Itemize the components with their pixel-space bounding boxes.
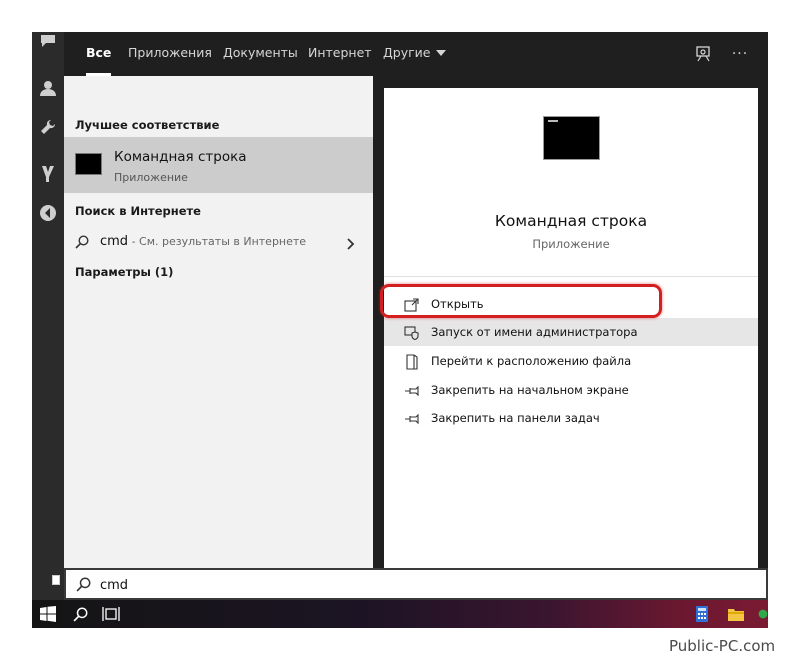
tab-all[interactable]: Все bbox=[86, 32, 112, 76]
action-pin-taskbar[interactable]: Закрепить на панели задач bbox=[384, 404, 758, 432]
action-label: Открыть bbox=[431, 297, 484, 311]
web-result-item[interactable]: cmd - См. результаты в Интернете bbox=[64, 228, 373, 256]
open-icon bbox=[404, 297, 420, 312]
search-icon bbox=[76, 577, 91, 596]
back-circle-icon[interactable] bbox=[39, 204, 57, 222]
task-view-icon[interactable] bbox=[102, 605, 120, 623]
tab-documents[interactable]: Документы bbox=[223, 32, 298, 76]
action-label: Закрепить на панели задач bbox=[431, 411, 600, 425]
cmd-app-icon-large bbox=[543, 116, 600, 160]
detail-title: Командная строка bbox=[494, 212, 648, 230]
tab-label: Приложения bbox=[128, 45, 212, 60]
site-watermark: Public-PC.com bbox=[669, 637, 776, 655]
browser-icon[interactable] bbox=[758, 605, 768, 623]
wrench-icon[interactable] bbox=[39, 118, 57, 136]
divider bbox=[384, 276, 758, 277]
tab-label: Все bbox=[86, 45, 112, 60]
action-label: Закрепить на начальном экране bbox=[431, 383, 629, 397]
tab-label: Документы bbox=[223, 45, 298, 60]
file-explorer-icon[interactable] bbox=[727, 605, 745, 623]
notification-icon bbox=[52, 575, 60, 585]
action-open-file-location[interactable]: Перейти к расположению файла bbox=[384, 347, 758, 375]
results-pane: Лучшее соответствие Командная строка При… bbox=[64, 76, 373, 568]
search-input[interactable] bbox=[100, 575, 700, 595]
web-result-text: cmd - См. результаты в Интернете bbox=[100, 234, 306, 249]
taskbar bbox=[32, 600, 768, 628]
more-options-label: ··· bbox=[731, 46, 749, 62]
file-location-icon bbox=[404, 354, 420, 370]
action-open[interactable]: Открыть bbox=[384, 290, 758, 318]
tab-label: Интернет bbox=[308, 45, 372, 60]
windows-search-screenshot: Все Приложения Документы Интернет Другие… bbox=[32, 32, 768, 628]
settings-heading[interactable]: Параметры (1) bbox=[75, 265, 173, 279]
web-result-hint: - См. результаты в Интернете bbox=[128, 235, 307, 248]
tab-other[interactable]: Другие bbox=[383, 32, 447, 76]
tab-apps[interactable]: Приложения bbox=[128, 32, 212, 76]
pin-icon bbox=[404, 411, 420, 425]
feedback-icon[interactable] bbox=[694, 44, 714, 64]
cmd-app-icon bbox=[75, 153, 102, 175]
start-rail bbox=[32, 32, 64, 600]
best-match-item[interactable]: Командная строка Приложение bbox=[64, 137, 373, 193]
search-box[interactable] bbox=[64, 568, 768, 600]
pin-icon bbox=[404, 383, 420, 397]
best-match-heading: Лучшее соответствие bbox=[75, 118, 220, 132]
action-label: Запуск от имени администратора bbox=[431, 325, 638, 339]
user-icon[interactable] bbox=[39, 79, 57, 97]
tab-internet[interactable]: Интернет bbox=[308, 32, 372, 76]
web-search-heading: Поиск в Интернете bbox=[75, 204, 201, 218]
chevron-right-icon bbox=[347, 235, 355, 254]
calculator-icon[interactable] bbox=[693, 605, 711, 623]
best-match-subtitle: Приложение bbox=[114, 171, 188, 184]
yandex-icon[interactable] bbox=[39, 165, 57, 183]
action-label: Перейти к расположению файла bbox=[431, 354, 632, 368]
chat-icon[interactable] bbox=[39, 32, 57, 50]
search-icon bbox=[75, 234, 89, 253]
action-run-as-admin[interactable]: Запуск от имени администратора bbox=[384, 318, 758, 346]
more-options-icon[interactable]: ··· bbox=[730, 44, 750, 64]
caret-down-icon bbox=[436, 49, 447, 56]
search-icon[interactable] bbox=[71, 605, 89, 623]
windows-start-icon[interactable] bbox=[39, 605, 57, 623]
search-tabs-bar: Все Приложения Документы Интернет Другие… bbox=[64, 32, 768, 76]
tab-label: Другие bbox=[383, 45, 431, 60]
admin-shield-icon bbox=[404, 325, 420, 341]
detail-pane: Командная строка Приложение Открыть Запу… bbox=[384, 88, 758, 568]
action-pin-start[interactable]: Закрепить на начальном экране bbox=[384, 376, 758, 404]
web-query-text: cmd bbox=[100, 234, 129, 249]
detail-subtitle: Приложение bbox=[532, 237, 610, 251]
best-match-title: Командная строка bbox=[114, 149, 247, 165]
